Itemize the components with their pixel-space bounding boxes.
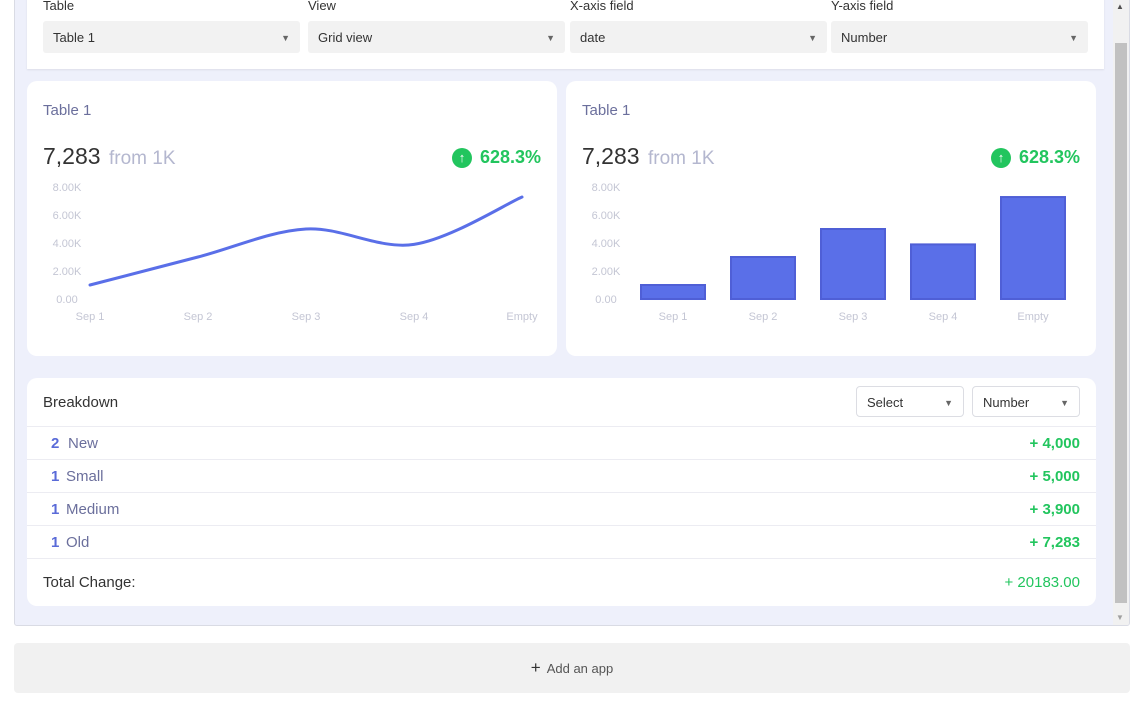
breakdown-title: Breakdown: [43, 394, 119, 411]
group-select[interactable]: Select ▼: [856, 386, 964, 417]
chevron-down-icon: ▼: [808, 33, 817, 43]
bar: [910, 243, 976, 300]
row-value: + 3,900: [1029, 501, 1080, 518]
row-name: Medium: [66, 501, 120, 518]
change-indicator: ↑ 628.3%: [451, 147, 541, 168]
breakdown-row: 1 Old + 7,283: [27, 525, 1096, 558]
row-name: New: [68, 435, 99, 452]
y-axis-select-value: Number: [841, 30, 888, 45]
bar: [730, 256, 796, 300]
y-tick-label: 0.00: [56, 294, 77, 306]
scroll-down-arrow-icon[interactable]: ▼: [1116, 613, 1124, 622]
y-tick-label: 8.00K: [592, 182, 621, 194]
x-axis-select[interactable]: date ▼: [570, 21, 827, 53]
y-tick-label: 2.00K: [53, 266, 82, 278]
x-tick-label: Sep 1: [659, 311, 688, 323]
x-axis-label: X-axis field: [570, 0, 634, 13]
from-text: from 1K: [648, 148, 715, 169]
breakdown-row: 2 New + 4,000: [27, 426, 1096, 459]
table-label: Table: [43, 0, 75, 13]
big-number: 7,283: [582, 143, 640, 169]
change-percent: 628.3%: [479, 147, 541, 167]
x-tick-label: Empty: [506, 311, 538, 323]
y-tick-label: 0.00: [595, 294, 616, 306]
x-tick-label: Sep 4: [929, 311, 958, 323]
y-tick-label: 6.00K: [592, 210, 621, 222]
breakdown-panel: Breakdown Select ▼ Number ▼ 2 New + 4,00…: [27, 378, 1096, 606]
row-value: + 5,000: [1029, 468, 1080, 485]
table-select[interactable]: Table 1 ▼: [43, 21, 300, 53]
row-value: + 7,283: [1029, 534, 1080, 551]
number-select-value: Number: [983, 395, 1030, 410]
breakdown-row: 1 Small + 5,000: [27, 459, 1096, 492]
x-tick-label: Empty: [1017, 311, 1049, 323]
line-chart: 0.00 2.00K 4.00K 6.00K 8.00K Sep 1 Sep 2 Sep 3 S…: [53, 182, 538, 323]
change-percent: 628.3%: [1018, 147, 1080, 167]
chevron-down-icon: ▼: [944, 398, 953, 408]
chevron-down-icon: ▼: [546, 33, 555, 43]
row-count: 1: [51, 468, 60, 485]
bar-chart-card: Table 1 7,283 from 1K ↑ 628.3% 0.00 2.00K…: [566, 81, 1096, 356]
chevron-down-icon: ▼: [1069, 33, 1078, 43]
row-name: Old: [66, 534, 90, 551]
add-app-button[interactable]: + Add an app: [14, 643, 1130, 693]
bar-chart: 0.00 2.00K 4.00K 6.00K 8.00K Sep 1 Sep 2 Sep 3 S…: [592, 182, 1066, 323]
from-text: from 1K: [109, 148, 176, 169]
scroll-thumb[interactable]: [1115, 43, 1127, 603]
total-value: + 20183.00: [1004, 574, 1081, 591]
row-count: 1: [51, 534, 60, 551]
table-select-value: Table 1: [53, 30, 95, 45]
total-label: Total Change:: [43, 574, 136, 591]
big-number: 7,283: [43, 143, 101, 169]
group-select-value: Select: [867, 395, 904, 410]
card-title: Table 1: [582, 102, 631, 119]
vertical-scrollbar[interactable]: ▲ ▼: [1113, 0, 1129, 625]
y-tick-label: 6.00K: [53, 210, 82, 222]
y-tick-label: 8.00K: [53, 182, 82, 194]
line-chart-card: Table 1 7,283 from 1K ↑ 628.3% 0.00 2.00K…: [27, 81, 557, 356]
arrow-up-icon: ↑: [451, 147, 472, 168]
series-line: [88, 195, 524, 287]
x-tick-label: Sep 3: [292, 311, 321, 323]
card-title: Table 1: [43, 102, 92, 119]
total-row: Total Change: + 20183.00: [27, 558, 1096, 606]
y-tick-label: 4.00K: [592, 238, 621, 250]
plus-icon: +: [530, 658, 541, 677]
x-tick-label: Sep 2: [749, 311, 778, 323]
row-count: 1: [51, 501, 60, 518]
bar: [640, 284, 706, 300]
row-count: 2: [51, 435, 60, 452]
bar: [1000, 196, 1066, 300]
y-tick-label: 2.00K: [592, 266, 621, 278]
config-panel: Table Table 1 ▼ View Grid view ▼ X-axis …: [27, 0, 1104, 69]
chevron-down-icon: ▼: [1060, 398, 1069, 408]
breakdown-row: 1 Medium + 3,900: [27, 492, 1096, 525]
arrow-up-icon: ↑: [990, 147, 1011, 168]
y-tick-label: 4.00K: [53, 238, 82, 250]
view-select-value: Grid view: [318, 30, 373, 45]
scroll-up-arrow-icon[interactable]: ▲: [1116, 2, 1124, 11]
x-axis-select-value: date: [580, 30, 606, 45]
view-label: View: [308, 0, 336, 13]
row-name: Small: [66, 468, 104, 485]
x-tick-label: Sep 2: [184, 311, 213, 323]
y-axis-select[interactable]: Number ▼: [831, 21, 1088, 53]
row-value: + 4,000: [1029, 435, 1080, 452]
add-app-label: Add an app: [546, 660, 614, 676]
bar: [820, 228, 886, 300]
chevron-down-icon: ▼: [281, 33, 290, 43]
x-tick-label: Sep 1: [76, 311, 105, 323]
y-axis-label: Y-axis field: [831, 0, 894, 13]
app-frame: Table Table 1 ▼ View Grid view ▼ X-axis …: [14, 0, 1130, 626]
view-select[interactable]: Grid view ▼: [308, 21, 565, 53]
x-tick-label: Sep 4: [400, 311, 429, 323]
number-select[interactable]: Number ▼: [972, 386, 1080, 417]
change-indicator: ↑ 628.3%: [990, 147, 1080, 168]
x-tick-label: Sep 3: [839, 311, 868, 323]
